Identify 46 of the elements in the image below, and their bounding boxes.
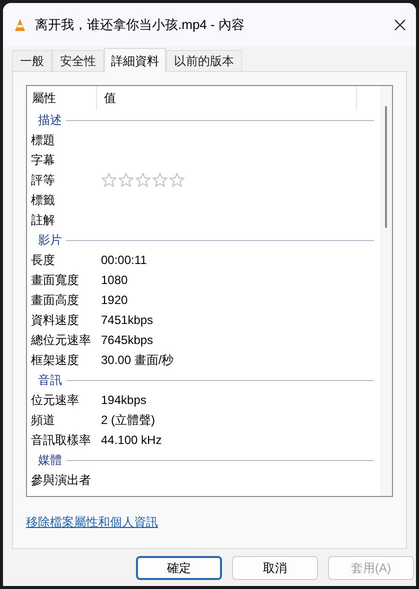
property-value: 1920	[101, 292, 128, 309]
property-name: 資料速度	[31, 312, 80, 329]
tab[interactable]: 以前的版本	[166, 50, 242, 71]
property-value: 1080	[101, 272, 128, 289]
star-icon[interactable]	[118, 172, 134, 188]
dialog-button[interactable]: 取消	[232, 556, 318, 580]
group-header: 音訊	[38, 372, 62, 389]
tab[interactable]: 詳細資料	[104, 48, 166, 72]
property-value: 7451kbps	[101, 312, 154, 329]
remove-properties-link[interactable]: 移除檔案屬性和個人資訊	[26, 513, 158, 531]
property-name: 位元速率	[31, 392, 80, 409]
group-header: 描述	[38, 112, 62, 129]
dialog-button[interactable]: 確定	[136, 556, 222, 580]
property-name: 註解	[31, 212, 56, 229]
property-value: 30.00 畫面/秒	[101, 352, 174, 369]
window-title: 离开我，谁还拿你当小孩.mp4 - 內容	[35, 16, 246, 34]
column-header[interactable]: 值	[97, 86, 357, 110]
property-value: 7645kbps	[101, 332, 154, 349]
property-value: 44.100 kHz	[101, 432, 162, 449]
property-name: 音訊取樣率	[31, 432, 92, 449]
property-name: 總位元速率	[31, 332, 92, 349]
tab[interactable]: 一般	[12, 50, 52, 71]
scrollbar-thumb[interactable]	[385, 106, 387, 228]
property-name: 參與演出者	[31, 472, 92, 489]
property-name: 標題	[31, 132, 56, 149]
property-name: 畫面寬度	[31, 272, 80, 289]
star-icon[interactable]	[101, 172, 117, 188]
close-icon[interactable]	[394, 19, 406, 31]
column-header[interactable]: 屬性	[31, 86, 97, 110]
property-name: 字幕	[31, 152, 56, 169]
group-header: 影片	[38, 232, 62, 249]
property-name: 畫面高度	[31, 292, 80, 309]
property-name: 標籤	[31, 192, 56, 209]
property-name: 評等	[31, 172, 56, 189]
traffic-cone-icon	[13, 18, 27, 32]
star-icon[interactable]	[152, 172, 168, 188]
property-value: 00:00:11	[101, 252, 147, 269]
property-name: 長度	[31, 252, 56, 269]
star-icon[interactable]	[169, 172, 185, 188]
property-value: 2 (立體聲)	[101, 412, 155, 429]
property-value: 194kbps	[101, 392, 146, 409]
tab[interactable]: 安全性	[52, 50, 104, 71]
property-name: 框架速度	[31, 352, 80, 369]
group-header: 媒體	[38, 452, 62, 469]
star-icon[interactable]	[135, 172, 151, 188]
property-name: 頻道	[31, 412, 56, 429]
